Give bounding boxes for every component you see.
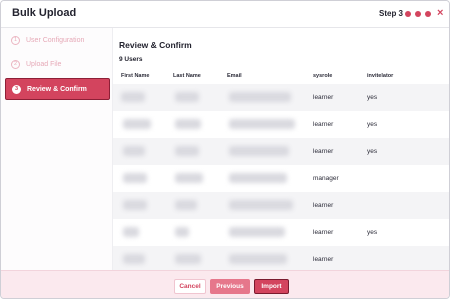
- column-header-sysrole: sysrole: [313, 73, 333, 79]
- user-count: 9 Users: [119, 56, 143, 63]
- column-header-email: Email: [227, 73, 242, 79]
- redacted-last-name: [175, 254, 201, 264]
- sysrole-cell: learner: [313, 148, 334, 155]
- dialog-header: Bulk Upload Step 3 ×: [1, 1, 449, 28]
- cancel-button[interactable]: Cancel: [174, 279, 206, 294]
- redacted-email: [229, 200, 293, 210]
- sysrole-cell: learner: [313, 256, 334, 263]
- step-progress-dots: [405, 11, 431, 17]
- redacted-first-name: [121, 92, 145, 102]
- step-dot-3: [425, 11, 431, 17]
- sysrole-cell: learner: [313, 121, 334, 128]
- invitelator-cell: yes: [367, 121, 378, 128]
- users-table: First Name Last Name Email sysrole invit…: [113, 68, 449, 273]
- step-number-badge: 3: [12, 84, 21, 94]
- redacted-last-name: [175, 146, 199, 156]
- sysrole-cell: manager: [313, 175, 339, 182]
- sysrole-cell: learner: [313, 229, 334, 236]
- redacted-first-name: [123, 146, 145, 156]
- invitelator-cell: yes: [367, 148, 378, 155]
- table-row: learner yes: [113, 84, 449, 111]
- redacted-email: [229, 254, 287, 264]
- redacted-email: [229, 119, 295, 129]
- previous-button[interactable]: Previous: [210, 279, 250, 294]
- redacted-first-name: [123, 254, 145, 264]
- table-row: learner yes: [113, 111, 449, 138]
- table-row: learner yes: [113, 138, 449, 165]
- table-body: learner yes learner yes learner yes mana…: [113, 84, 449, 273]
- redacted-last-name: [175, 173, 203, 183]
- column-header-first-name: First Name: [121, 73, 150, 79]
- sidebar-step-review-confirm[interactable]: 3 Review & Confirm: [5, 78, 110, 100]
- redacted-email: [229, 146, 289, 156]
- step-label: User Configuration: [26, 36, 85, 44]
- redacted-email: [229, 173, 287, 183]
- wizard-steps-sidebar: 1 User Configuration 2 Upload File 3 Rev…: [1, 28, 113, 270]
- section-title: Review & Confirm: [119, 40, 192, 50]
- sidebar-step-upload-file[interactable]: 2 Upload File: [1, 52, 113, 76]
- column-header-invitelator: invitelator: [367, 73, 394, 79]
- redacted-first-name: [123, 200, 147, 210]
- step-indicator-label: Step 3: [379, 9, 404, 18]
- invitelator-cell: yes: [367, 229, 378, 236]
- redacted-first-name: [123, 227, 139, 237]
- table-row: learner yes: [113, 219, 449, 246]
- redacted-last-name: [175, 200, 197, 210]
- redacted-email: [229, 227, 285, 237]
- bulk-upload-dialog: Bulk Upload Step 3 × 1 User Configuratio…: [0, 0, 450, 299]
- sidebar-step-user-configuration[interactable]: 1 User Configuration: [1, 28, 113, 52]
- table-row: manager: [113, 165, 449, 192]
- review-panel: Review & Confirm 9 Users First Name Last…: [113, 28, 449, 273]
- redacted-last-name: [175, 227, 189, 237]
- sysrole-cell: learner: [313, 94, 334, 101]
- close-icon[interactable]: ×: [437, 6, 443, 20]
- step-number-badge: 1: [11, 35, 20, 45]
- dialog-title: Bulk Upload: [12, 7, 77, 19]
- redacted-first-name: [123, 119, 151, 129]
- column-header-last-name: Last Name: [173, 73, 201, 79]
- redacted-last-name: [175, 119, 201, 129]
- redacted-email: [229, 92, 291, 102]
- dialog-footer: Cancel Previous Import: [1, 270, 449, 298]
- step-dot-2: [415, 11, 421, 17]
- table-row: learner: [113, 192, 449, 219]
- table-row: learner: [113, 246, 449, 273]
- redacted-last-name: [175, 92, 199, 102]
- invitelator-cell: yes: [367, 94, 378, 101]
- table-header: First Name Last Name Email sysrole invit…: [113, 68, 449, 84]
- step-label: Upload File: [26, 60, 62, 68]
- step-number-badge: 2: [11, 59, 20, 69]
- step-dot-1: [405, 11, 411, 17]
- sysrole-cell: learner: [313, 202, 334, 209]
- redacted-first-name: [123, 173, 147, 183]
- import-button[interactable]: Import: [254, 279, 289, 294]
- step-label: Review & Confirm: [27, 85, 87, 93]
